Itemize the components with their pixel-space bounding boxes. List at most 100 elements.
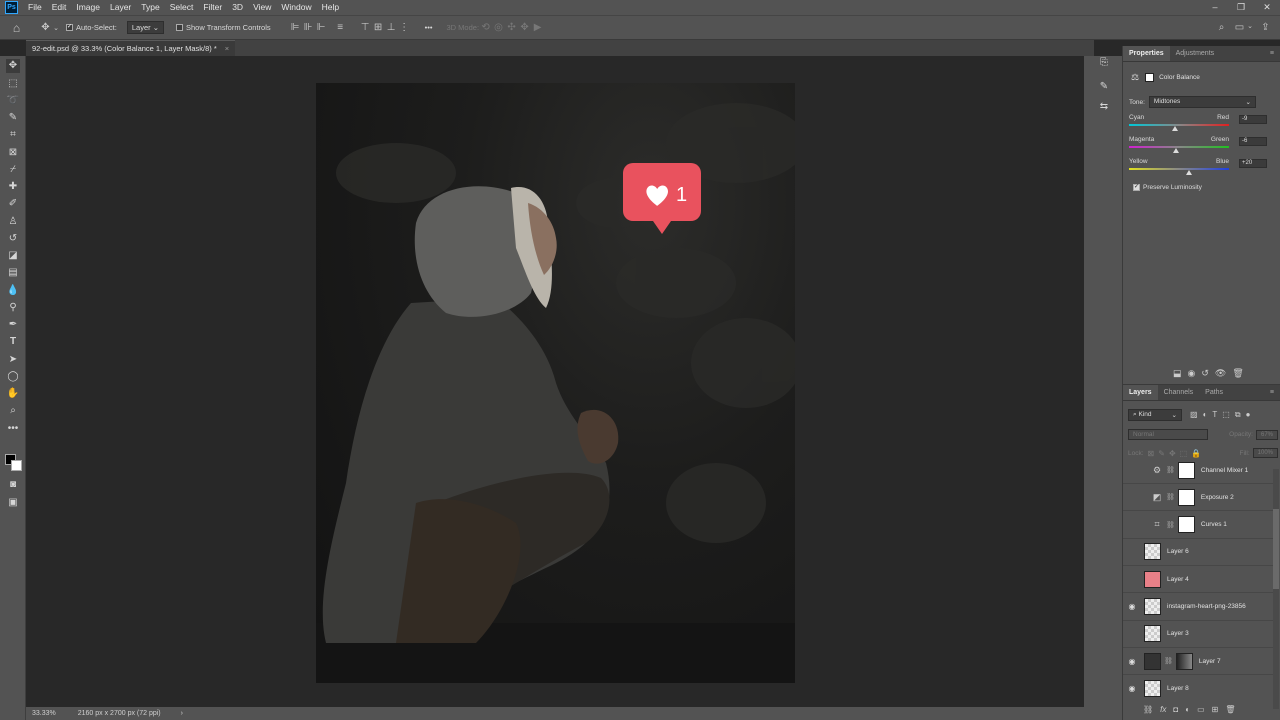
- quick-mask-icon[interactable]: ◙: [6, 478, 20, 492]
- slider-track[interactable]: [1129, 168, 1229, 170]
- visibility-eye-icon[interactable]: ◉: [1123, 684, 1141, 693]
- search-icon[interactable]: ⌕: [1215, 22, 1228, 33]
- preserve-luminosity-checkbox[interactable]: ✓ Preserve Luminosity: [1133, 184, 1202, 191]
- view-previous-icon[interactable]: ◉: [1188, 368, 1196, 379]
- move-tool-preset-icon[interactable]: ✥: [39, 22, 52, 33]
- 3d-roll-icon[interactable]: ◎: [492, 22, 505, 33]
- menu-item-layer[interactable]: Layer: [105, 0, 136, 15]
- healing-brush-tool-icon[interactable]: ✚: [6, 180, 20, 194]
- show-transform-controls-checkbox[interactable]: Show Transform Controls: [176, 23, 271, 32]
- delete-layer-icon[interactable]: 🗑: [1225, 705, 1235, 714]
- quick-selection-tool-icon[interactable]: ✎: [6, 111, 20, 125]
- reset-icon[interactable]: ↺: [1201, 368, 1209, 379]
- 3d-camera-icon[interactable]: ▶: [531, 22, 544, 33]
- align-right-icon[interactable]: ⊩: [315, 22, 328, 33]
- history-panel-icon[interactable]: ⎘: [1097, 56, 1111, 70]
- slider-value-field[interactable]: -9: [1239, 115, 1267, 124]
- visibility-icon[interactable]: 👁: [1215, 368, 1226, 379]
- clip-to-layer-icon[interactable]: ⬓: [1173, 368, 1182, 379]
- slider-thumb[interactable]: [1173, 148, 1179, 153]
- 3d-orbit-icon[interactable]: ⟲: [479, 22, 492, 33]
- slider-value-field[interactable]: +20: [1239, 159, 1267, 168]
- gradient-tool-icon[interactable]: ▤: [6, 266, 20, 280]
- path-selection-tool-icon[interactable]: ➤: [6, 353, 20, 367]
- move-tool-icon[interactable]: ✥: [6, 59, 20, 73]
- share-icon[interactable]: ⇪: [1259, 22, 1272, 33]
- lasso-tool-icon[interactable]: ➰: [6, 94, 20, 108]
- add-mask-icon[interactable]: ◘: [1173, 705, 1178, 714]
- layer-mask-icon[interactable]: [1145, 73, 1155, 82]
- pen-tool-icon[interactable]: ✒: [6, 318, 20, 332]
- color-slider-yellow-blue[interactable]: Yellow Blue +20: [1129, 158, 1279, 175]
- 3d-slide-icon[interactable]: ✥: [518, 22, 531, 33]
- link-layers-icon[interactable]: ⛓: [1143, 705, 1153, 714]
- chain-link-icon[interactable]: ⛓: [1166, 466, 1175, 474]
- eraser-tool-icon[interactable]: ◪: [6, 249, 20, 263]
- filter-smart-icon[interactable]: ⧉: [1235, 410, 1241, 420]
- layer-row[interactable]: ◩ ⛓ Exposure 2: [1123, 484, 1273, 512]
- minimize-button[interactable]: –: [1202, 0, 1228, 15]
- align-hcenter-icon[interactable]: ⊪: [302, 22, 315, 33]
- ellipse-tool-icon[interactable]: ◯: [6, 370, 20, 384]
- filter-shape-icon[interactable]: ⬚: [1222, 410, 1230, 420]
- chevron-down-icon[interactable]: ⌄: [52, 24, 60, 32]
- layer-row[interactable]: ⌗ ⛓ Curves 1: [1123, 512, 1273, 539]
- delete-icon[interactable]: 🗑: [1232, 368, 1243, 379]
- hand-tool-icon[interactable]: ✋: [6, 387, 20, 401]
- distribute-icon[interactable]: ≡: [334, 22, 347, 33]
- layer-row[interactable]: Layer 6: [1123, 539, 1273, 566]
- menu-item-type[interactable]: Type: [136, 0, 164, 15]
- layer-thumbnail[interactable]: [1144, 570, 1161, 588]
- tab-adjustments[interactable]: Adjustments: [1170, 46, 1221, 61]
- slider-track[interactable]: [1129, 146, 1229, 148]
- layer-thumbnail[interactable]: [1144, 679, 1161, 697]
- menu-item-select[interactable]: Select: [165, 0, 199, 15]
- workspace-icon[interactable]: ▭: [1233, 22, 1246, 33]
- align-left-icon[interactable]: ⊫: [289, 22, 302, 33]
- menu-item-image[interactable]: Image: [71, 0, 105, 15]
- filter-pixel-icon[interactable]: ▨: [1190, 410, 1198, 420]
- new-layer-icon[interactable]: ⊞: [1212, 705, 1219, 714]
- close-window-button[interactable]: ✕: [1254, 0, 1280, 15]
- zoom-tool-icon[interactable]: ⌕: [6, 404, 20, 418]
- new-adjustment-icon[interactable]: ◐: [1185, 705, 1190, 714]
- align-top-icon[interactable]: ⊤: [359, 22, 372, 33]
- chevron-down-icon[interactable]: ⌄: [1246, 22, 1254, 33]
- slider-value-field[interactable]: -6: [1239, 137, 1267, 146]
- clone-stamp-tool-icon[interactable]: ♙: [6, 215, 20, 229]
- layer-row[interactable]: ◉ Layer 8: [1123, 675, 1273, 700]
- menu-item-filter[interactable]: Filter: [198, 0, 227, 15]
- new-group-icon[interactable]: ▭: [1197, 705, 1205, 714]
- slider-thumb[interactable]: [1186, 170, 1192, 175]
- dodge-tool-icon[interactable]: ⚲: [6, 301, 20, 315]
- color-slider-magenta-green[interactable]: Magenta Green -6: [1129, 136, 1279, 153]
- filter-toggle-icon[interactable]: ●: [1246, 410, 1251, 420]
- layer-row[interactable]: ◉ instagram-heart-png-23856: [1123, 594, 1273, 621]
- background-color-swatch[interactable]: [11, 460, 22, 471]
- distribute-v-icon[interactable]: ⋮: [398, 22, 411, 33]
- home-icon[interactable]: ⌂: [10, 21, 23, 35]
- blur-tool-icon[interactable]: 💧: [6, 284, 20, 298]
- smart-object-thumbnail[interactable]: [1144, 598, 1161, 615]
- menu-item-file[interactable]: File: [23, 0, 47, 15]
- auto-select-checkbox[interactable]: ✓ Auto-Select:: [66, 23, 117, 32]
- panel-menu-icon[interactable]: ≡: [1264, 46, 1280, 61]
- visibility-eye-icon[interactable]: ◉: [1123, 657, 1141, 666]
- layer-mask-thumbnail[interactable]: [1177, 461, 1195, 479]
- layer-row[interactable]: ⚙ ⛓ Channel Mixer 1: [1123, 457, 1273, 484]
- layer-mask-thumbnail[interactable]: [1175, 652, 1193, 670]
- chain-link-icon[interactable]: ⛓: [1166, 493, 1175, 501]
- slider-track[interactable]: [1129, 124, 1229, 126]
- document-info[interactable]: 2160 px x 2700 px (72 ppi): [78, 710, 161, 717]
- document-canvas[interactable]: 1: [316, 83, 795, 683]
- tab-properties[interactable]: Properties: [1123, 46, 1170, 61]
- zoom-level[interactable]: 33.33%: [32, 710, 56, 717]
- layers-scrollbar[interactable]: [1273, 469, 1279, 709]
- layer-thumbnail[interactable]: [1144, 652, 1161, 670]
- fx-icon[interactable]: fx: [1160, 705, 1166, 714]
- layer-thumbnail[interactable]: [1144, 625, 1161, 643]
- slider-thumb[interactable]: [1171, 126, 1178, 131]
- menu-item-3d[interactable]: 3D: [227, 0, 248, 15]
- more-tools-icon[interactable]: •••: [6, 422, 20, 436]
- filter-type-icon[interactable]: T: [1212, 410, 1217, 420]
